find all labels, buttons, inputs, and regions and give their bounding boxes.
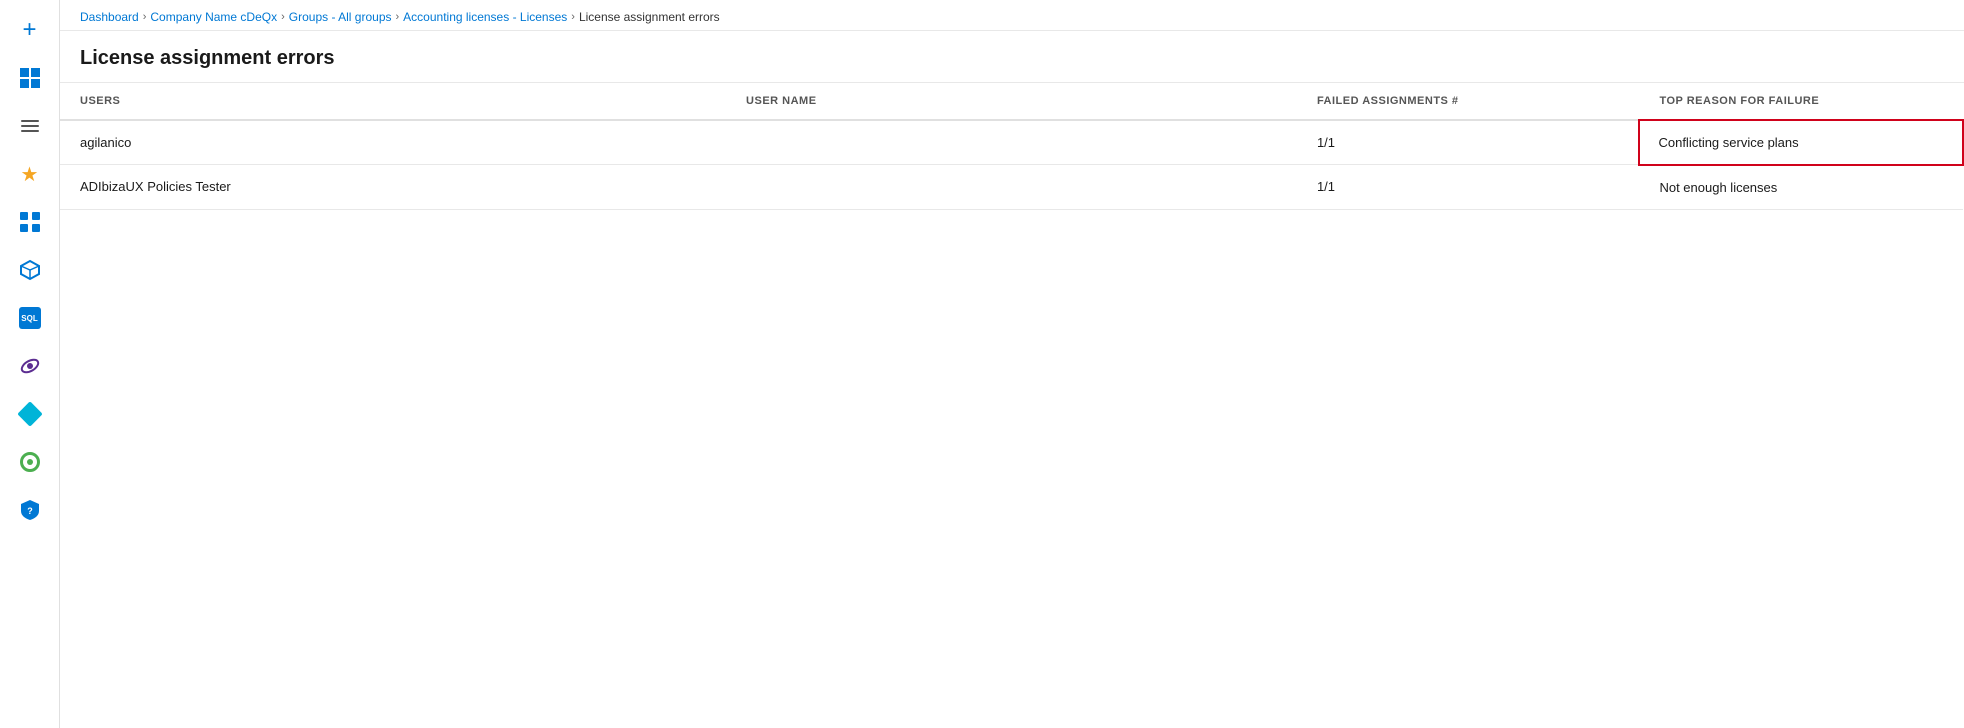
col-header-username: USER NAME [726, 83, 1297, 120]
assignment-errors-table: USERS USER NAME FAILED ASSIGNMENTS # TOP… [60, 83, 1964, 210]
sql-icon: SQL [19, 307, 41, 329]
sidebar-item-dashboard[interactable] [8, 56, 52, 100]
page-title: License assignment errors [80, 47, 1944, 70]
col-header-failed: FAILED ASSIGNMENTS # [1297, 83, 1640, 120]
sidebar-item-orbit[interactable] [8, 344, 52, 388]
table-container: USERS USER NAME FAILED ASSIGNMENTS # TOP… [60, 83, 1964, 728]
dashboard-icon [20, 68, 40, 88]
breadcrumb-current: License assignment errors [579, 10, 720, 24]
sidebar: + ★ SQL [0, 0, 60, 728]
breadcrumb-company[interactable]: Company Name cDeQx [150, 10, 277, 24]
cell-username [726, 120, 1297, 165]
cell-failed-assignments: 1/1 [1297, 165, 1640, 210]
breadcrumb-sep-2: › [281, 11, 285, 23]
circle-dot-icon [20, 452, 40, 472]
breadcrumb-sep-3: › [396, 11, 400, 23]
sidebar-item-sql[interactable]: SQL [8, 296, 52, 340]
sidebar-item-plus[interactable]: + [8, 8, 52, 52]
package-icon [19, 259, 41, 281]
cell-failed-assignments: 1/1 [1297, 120, 1640, 165]
shield-icon: ? [20, 499, 40, 521]
star-icon: ★ [21, 162, 39, 187]
grid-icon [20, 212, 40, 232]
svg-text:?: ? [27, 506, 33, 516]
breadcrumb-sep-4: › [571, 11, 575, 23]
cell-users: ADIbizaUX Policies Tester [60, 165, 726, 210]
col-header-reason: TOP REASON FOR FAILURE [1639, 83, 1963, 120]
breadcrumb-licenses[interactable]: Accounting licenses - Licenses [403, 10, 567, 24]
cell-users: agilanico [60, 120, 726, 165]
sidebar-item-grid[interactable] [8, 200, 52, 244]
sidebar-item-list[interactable] [8, 104, 52, 148]
sidebar-item-star[interactable]: ★ [8, 152, 52, 196]
sidebar-item-diamond[interactable] [8, 392, 52, 436]
sidebar-item-shield[interactable]: ? [8, 488, 52, 532]
diamond-icon [17, 401, 42, 426]
col-header-users: USERS [60, 83, 726, 120]
table-row[interactable]: ADIbizaUX Policies Tester 1/1Not enough l… [60, 165, 1963, 210]
table-row[interactable]: agilanico 1/1Conflicting service plans [60, 120, 1963, 165]
page-header: License assignment errors [60, 31, 1964, 83]
list-icon [21, 120, 39, 132]
orbit-icon [19, 355, 41, 377]
sidebar-item-circle-dot[interactable] [8, 440, 52, 484]
main-content: Dashboard › Company Name cDeQx › Groups … [60, 0, 1964, 728]
table-header-row: USERS USER NAME FAILED ASSIGNMENTS # TOP… [60, 83, 1963, 120]
sidebar-item-package[interactable] [8, 248, 52, 292]
breadcrumb-sep-1: › [143, 11, 147, 23]
breadcrumb: Dashboard › Company Name cDeQx › Groups … [60, 0, 1964, 31]
cell-reason: Conflicting service plans [1639, 120, 1963, 165]
breadcrumb-dashboard[interactable]: Dashboard [80, 10, 139, 24]
breadcrumb-groups[interactable]: Groups - All groups [289, 10, 392, 24]
plus-icon: + [22, 18, 36, 42]
cell-reason: Not enough licenses [1639, 165, 1963, 210]
cell-username [726, 165, 1297, 210]
